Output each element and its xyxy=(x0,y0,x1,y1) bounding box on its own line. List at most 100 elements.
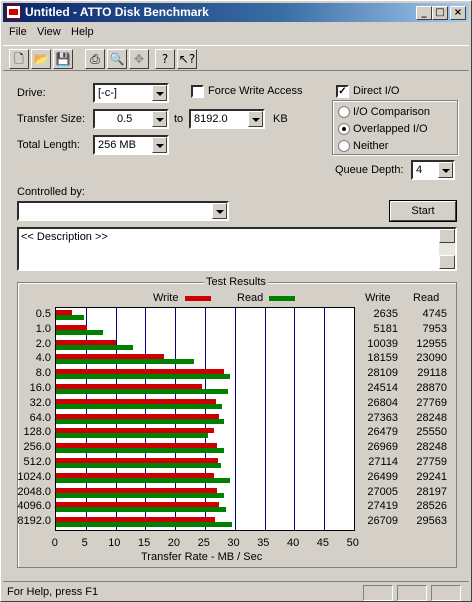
transfer-size-label: Transfer Size: xyxy=(17,113,86,125)
read-value: 23090 xyxy=(416,352,447,365)
benchmark-chart xyxy=(55,307,355,531)
read-value: 29241 xyxy=(416,470,447,483)
io-comparison-radio[interactable] xyxy=(338,106,350,118)
menu-help[interactable]: Help xyxy=(71,26,94,38)
read-value: 25550 xyxy=(416,426,447,439)
description-scrollbar[interactable] xyxy=(439,229,455,269)
maximize-button[interactable]: □ xyxy=(432,6,448,20)
grid-line xyxy=(234,308,236,530)
print-preview-icon[interactable]: 🔍 xyxy=(107,49,127,69)
scroll-down-button[interactable] xyxy=(439,255,455,269)
chevron-down-icon[interactable] xyxy=(152,137,167,153)
status-text: For Help, press F1 xyxy=(7,586,99,598)
read-value: 28248 xyxy=(416,441,447,454)
to-label: to xyxy=(174,113,184,125)
read-value: 29563 xyxy=(416,515,447,528)
read-value: 29118 xyxy=(417,367,447,380)
x-tick-label: 30 xyxy=(227,537,240,549)
app-window: Untitled - ATTO Disk Benchmark _ □ × Fil… xyxy=(0,0,472,602)
read-legend-swatch xyxy=(269,296,295,301)
read-value: 4745 xyxy=(422,308,447,320)
transfer-from-select[interactable]: 0.5 xyxy=(93,109,169,129)
read-bar xyxy=(56,433,209,439)
open-icon[interactable]: 📂 xyxy=(31,49,51,69)
force-write-checkbox[interactable] xyxy=(191,85,204,98)
direct-io-label: Direct I/O xyxy=(353,85,400,97)
category-label: 32.0 xyxy=(29,396,51,409)
minimize-button[interactable]: _ xyxy=(416,6,432,20)
description-box[interactable]: << Description >> xyxy=(17,227,457,271)
new-icon[interactable]: 🗋 xyxy=(9,49,29,69)
x-tick-label: 15 xyxy=(138,537,151,549)
status-bar: For Help, press F1 xyxy=(3,581,469,601)
chevron-down-icon[interactable] xyxy=(248,111,263,127)
read-bar xyxy=(56,374,230,380)
read-bar xyxy=(56,418,225,424)
toolbar: 🗋 📂 💾 ⎙ 🔍 ✥ ? ↖? xyxy=(3,45,469,71)
read-bar xyxy=(56,448,225,454)
x-tick-label: 25 xyxy=(197,537,210,549)
drive-select[interactable]: [-c-] xyxy=(93,83,169,103)
category-label: 64.0 xyxy=(29,411,51,424)
write-value: 27363 xyxy=(367,411,398,424)
write-value: 2635 xyxy=(373,308,398,320)
help-icon[interactable]: ? xyxy=(155,49,175,69)
read-bar xyxy=(56,329,104,335)
write-value: 5181 xyxy=(373,322,398,335)
transfer-to-value: 8192.0 xyxy=(194,113,228,125)
read-bar xyxy=(56,389,229,394)
scroll-up-button[interactable] xyxy=(439,229,455,243)
transfer-to-select[interactable]: 8192.0 xyxy=(189,109,265,129)
read-bar xyxy=(56,522,233,528)
print-icon[interactable]: ⎙ xyxy=(85,49,105,69)
close-button[interactable]: × xyxy=(450,6,466,20)
start-button[interactable]: Start xyxy=(389,200,457,222)
overlapped-io-radio[interactable] xyxy=(338,123,350,135)
chevron-down-icon[interactable] xyxy=(152,85,167,101)
write-column-header: Write xyxy=(365,292,391,304)
queue-depth-value: 4 xyxy=(416,164,423,176)
x-tick-label: 20 xyxy=(167,537,181,549)
category-label: 128.0 xyxy=(23,426,51,439)
category-label: 1024.0 xyxy=(17,470,51,483)
neither-radio[interactable] xyxy=(338,140,350,152)
status-panel xyxy=(363,585,393,601)
menu-file[interactable]: File xyxy=(9,26,27,38)
write-value: 27005 xyxy=(367,485,398,498)
move-icon[interactable]: ✥ xyxy=(129,49,149,69)
x-tick-label: 35 xyxy=(257,537,270,549)
context-help-icon[interactable]: ↖? xyxy=(177,49,197,69)
category-label: 4096.0 xyxy=(17,500,51,513)
read-value: 27769 xyxy=(416,396,447,409)
menu-view[interactable]: View xyxy=(37,26,61,38)
window-title: Untitled - ATTO Disk Benchmark xyxy=(25,5,209,19)
write-legend-swatch xyxy=(185,296,211,301)
write-value: 24514 xyxy=(367,382,398,394)
controlled-by-select[interactable] xyxy=(17,201,229,221)
category-label: 4.0 xyxy=(35,352,51,365)
category-label: 8.0 xyxy=(35,367,51,380)
read-bar xyxy=(56,507,226,513)
x-tick-label: 5 xyxy=(81,537,88,549)
read-value: 28526 xyxy=(416,500,447,513)
read-value: 7953 xyxy=(422,322,447,335)
direct-io-checkbox[interactable]: ✓ xyxy=(336,85,349,98)
x-tick-label: 50 xyxy=(346,537,359,549)
read-value: 27759 xyxy=(416,456,447,468)
write-value: 18159 xyxy=(367,352,398,365)
chevron-down-icon[interactable] xyxy=(212,203,227,219)
grid-line xyxy=(294,308,296,530)
chevron-down-icon[interactable] xyxy=(152,111,167,127)
read-value: 28197 xyxy=(416,485,447,498)
save-icon[interactable]: 💾 xyxy=(53,49,73,69)
category-label: 2.0 xyxy=(35,337,51,350)
status-panel xyxy=(397,585,427,601)
queue-depth-select[interactable]: 4 xyxy=(411,160,455,180)
chevron-down-icon[interactable] xyxy=(438,162,453,178)
grid-line xyxy=(264,308,266,530)
total-length-select[interactable]: 256 MB xyxy=(93,135,169,155)
category-label: 8192.0 xyxy=(17,515,51,528)
read-bar xyxy=(56,315,85,320)
category-label: 16.0 xyxy=(29,382,51,394)
grid-line xyxy=(324,308,326,530)
